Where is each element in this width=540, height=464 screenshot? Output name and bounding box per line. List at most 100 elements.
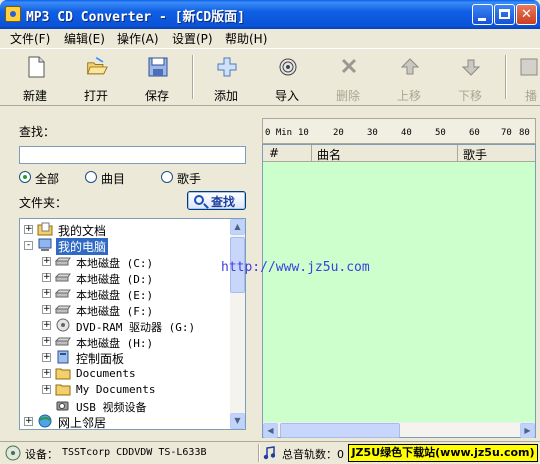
folder-label: 文件夹： [19, 196, 68, 210]
ruler-tick: 80 [519, 128, 530, 138]
find-button-label: 查找 [211, 195, 236, 209]
collapse-icon[interactable]: - [24, 241, 33, 250]
open-button[interactable]: 打开 [71, 53, 121, 103]
play-label: 播 [524, 89, 537, 103]
track-list-header: # 曲名 歌手 [263, 145, 535, 162]
expand-icon[interactable]: + [24, 417, 33, 426]
import-button[interactable]: 导入 [262, 53, 312, 103]
folder-tree[interactable]: + 我的文档 - 我的电脑 + 本地磁盘 (C:) + 本地磁盘 (D:) + … [19, 218, 246, 430]
column-number[interactable]: # [269, 146, 279, 160]
track-pane: 0 Min 10 20 30 40 50 60 70 80 # 曲名 歌手 ◀ … [262, 118, 539, 438]
ruler-tick: 60 [469, 128, 480, 138]
track-list-hscrollbar[interactable]: ◀ ▶ [263, 422, 535, 438]
folder-icon [55, 384, 71, 396]
tree-label: 本地磁盘 (H:) [76, 337, 154, 350]
track-list[interactable]: # 曲名 歌手 ◀ ▶ [262, 144, 536, 438]
move-up-label: 上移 [396, 89, 421, 103]
save-button[interactable]: 保存 [132, 53, 182, 103]
new-label: 新建 [22, 89, 47, 103]
close-button[interactable]: ✕ [516, 4, 537, 25]
expand-icon[interactable]: + [42, 289, 51, 298]
import-label: 导入 [274, 89, 299, 103]
expand-icon[interactable]: + [42, 257, 51, 266]
maximize-icon [499, 9, 510, 19]
menu-settings[interactable]: 设置(P) [172, 30, 213, 47]
control-panel-icon [57, 350, 69, 364]
expand-icon[interactable]: + [42, 385, 51, 394]
scroll-up-button[interactable]: ▲ [230, 219, 245, 235]
column-divider[interactable] [457, 145, 458, 161]
new-button[interactable]: 新建 [10, 53, 60, 103]
delete-button[interactable]: 删除 [323, 53, 373, 103]
drive-icon [55, 337, 71, 346]
documents-folder-icon [37, 222, 53, 236]
minimize-icon [478, 18, 486, 21]
expand-icon[interactable]: + [42, 353, 51, 362]
browser-pane: 查找： 全部 曲目 歌手 文件夹： 查找 + 我的文档 - 我的电脑 + 本地磁… [8, 112, 256, 438]
my-computer-icon [38, 238, 52, 251]
expand-icon[interactable]: + [42, 273, 51, 282]
ruler-tick: 10 [298, 128, 309, 138]
expand-icon[interactable]: + [42, 321, 51, 330]
scroll-down-button[interactable]: ▼ [230, 413, 245, 429]
menu-edit[interactable]: 编辑(E) [64, 30, 105, 47]
move-up-button[interactable]: 上移 [384, 53, 434, 103]
status-divider [258, 444, 260, 462]
expand-icon[interactable]: + [42, 305, 51, 314]
drive-icon [55, 289, 71, 298]
device-label: 设备： [25, 448, 58, 461]
column-artist[interactable]: 歌手 [463, 146, 487, 163]
maximize-button[interactable] [494, 4, 515, 25]
add-button[interactable]: 添加 [201, 53, 251, 103]
add-label: 添加 [213, 89, 238, 103]
move-down-button[interactable]: 下移 [445, 53, 495, 103]
hscroll-thumb[interactable] [280, 423, 400, 438]
find-button[interactable]: 查找 [187, 191, 246, 210]
time-ruler: 0 Min 10 20 30 40 50 60 70 80 [262, 118, 536, 144]
tree-label: 本地磁盘 (E:) [76, 289, 154, 302]
dvd-drive-icon [56, 318, 70, 332]
expand-icon[interactable]: + [42, 337, 51, 346]
menu-file[interactable]: 文件(F) [10, 30, 50, 47]
save-label: 保存 [144, 89, 169, 103]
title-bar[interactable]: MP3 CD Converter - [新CD版面] ✕ [0, 0, 540, 29]
open-folder-icon [87, 56, 108, 75]
menu-action[interactable]: 操作(A) [117, 30, 159, 47]
column-title[interactable]: 曲名 [317, 146, 341, 163]
search-input[interactable] [19, 146, 246, 164]
toolbar: 新建 打开 保存 添加 导入 删除 上移 下移 播 [0, 48, 540, 106]
minimize-button[interactable] [472, 4, 493, 25]
menu-help[interactable]: 帮助(H) [225, 30, 267, 47]
tree-label: 本地磁盘 (D:) [76, 273, 154, 286]
watermark-url: http://www.jz5u.com [221, 260, 370, 275]
search-icon [194, 195, 204, 205]
radio-all-label: 全部 [35, 172, 60, 186]
radio-artist[interactable]: 歌手 [161, 170, 241, 186]
ruler-tick: 0 Min [265, 128, 293, 138]
tree-label: My Documents [76, 383, 156, 396]
scroll-left-button[interactable]: ◀ [263, 423, 278, 438]
tree-label: 网上邻居 [58, 416, 107, 430]
menu-bar: 文件(F) 编辑(E) 操作(A) 设置(P) 帮助(H) [0, 29, 540, 47]
status-bar: 设备： TSSTcorp CDDVDW TS-L633B 总音轨数：0 JZ5U… [0, 441, 540, 464]
radio-artist-dot [161, 171, 173, 183]
radio-track-label: 曲目 [101, 172, 126, 186]
expand-icon[interactable]: + [42, 369, 51, 378]
open-label: 打开 [83, 89, 108, 103]
move-down-label: 下移 [457, 89, 482, 103]
ruler-tick: 50 [435, 128, 446, 138]
scroll-right-button[interactable]: ▶ [520, 423, 535, 438]
device-icon [5, 445, 21, 461]
radio-track[interactable]: 曲目 [85, 170, 165, 186]
tree-label: 我的电脑 [56, 238, 109, 255]
ruler-tick: 20 [333, 128, 344, 138]
drive-icon [55, 257, 71, 266]
expand-icon[interactable]: + [24, 225, 33, 234]
tree-scrollbar[interactable]: ▲ ▼ [230, 219, 245, 429]
app-icon [5, 6, 21, 22]
download-site-banner: JZ5U绿色下载站(www.jz5u.com) [348, 444, 538, 462]
move-down-icon [461, 59, 481, 76]
play-button[interactable]: 播 [512, 53, 540, 103]
column-divider[interactable] [311, 145, 312, 161]
import-disc-icon [279, 58, 297, 76]
